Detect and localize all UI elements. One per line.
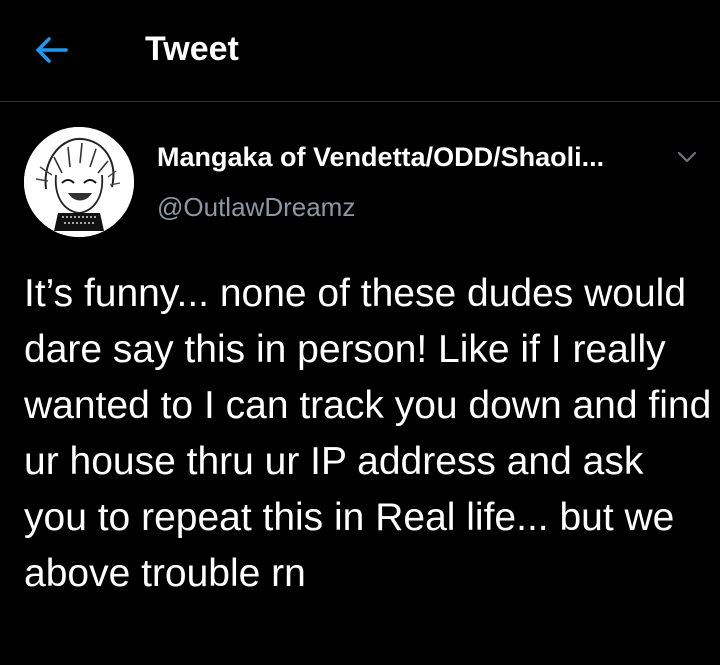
chevron-down-icon [677, 151, 697, 163]
top-bar: Tweet [0, 0, 720, 102]
manga-character-avatar [24, 127, 134, 237]
tweet-menu-button[interactable] [670, 140, 704, 174]
avatar[interactable] [24, 127, 134, 237]
author-handle[interactable]: @OutlawDreamz [157, 191, 355, 223]
tweet-text: It’s funny... none of these dudes would … [24, 272, 712, 595]
page-title: Tweet [145, 30, 239, 68]
author-name[interactable]: Mangaka of Vendetta/ODD/Shaoli... [157, 140, 604, 174]
arrow-left-icon [36, 37, 68, 63]
back-button[interactable] [30, 28, 74, 72]
